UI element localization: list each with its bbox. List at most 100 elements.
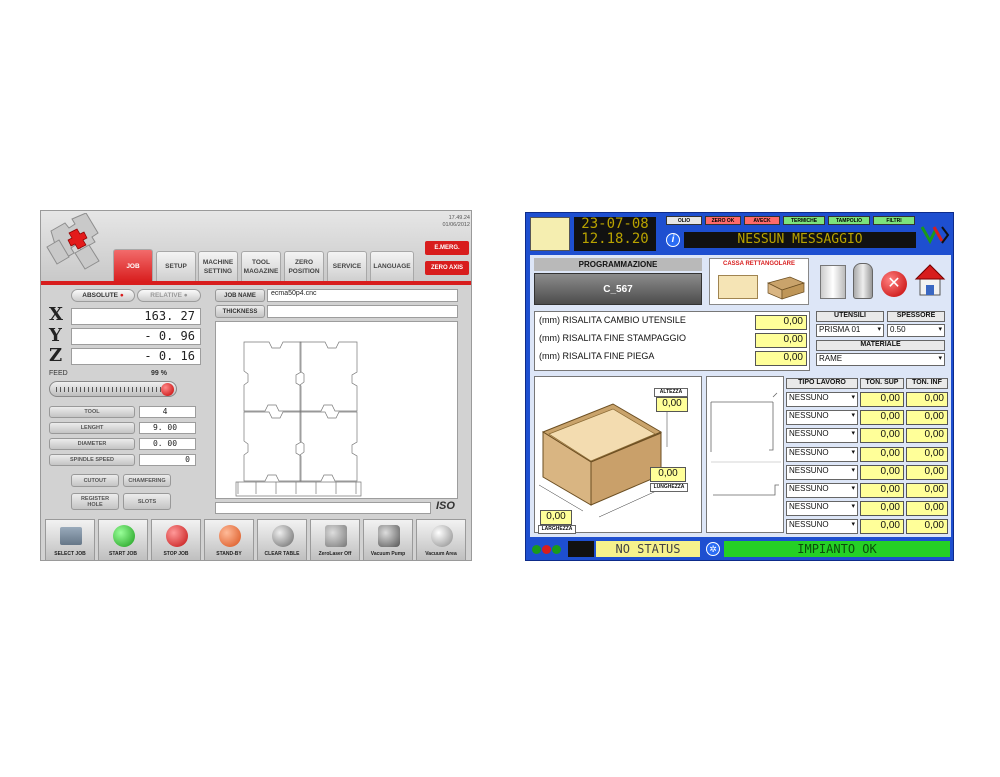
archive-icon[interactable] bbox=[820, 265, 846, 299]
clock-time: 17.49.24 bbox=[448, 215, 470, 221]
spessore-header: SPESSORE bbox=[887, 311, 945, 322]
x-position-value: 163. 27 bbox=[71, 308, 201, 325]
tab-job[interactable]: JOB bbox=[113, 249, 153, 282]
led-olio: OLIO bbox=[666, 216, 702, 225]
ton-inf-value[interactable]: 0,00 bbox=[906, 519, 948, 535]
tab-tool-magazine[interactable]: TOOL MAGAZINE bbox=[241, 251, 281, 281]
diameter-label: DIAMETER bbox=[49, 438, 135, 450]
close-icon[interactable]: ✕ bbox=[881, 271, 907, 297]
chamfering-button[interactable]: CHAMFERING bbox=[123, 474, 171, 487]
y-position-value: - 0. 96 bbox=[71, 328, 201, 345]
ton-inf-value[interactable]: 0,00 bbox=[906, 446, 948, 462]
stop-job-button[interactable]: STOP JOB bbox=[151, 519, 201, 560]
brand-logo bbox=[920, 226, 950, 245]
ton-sup-value[interactable]: 0,00 bbox=[860, 464, 904, 480]
tipo-lavoro-select[interactable]: NESSUNO bbox=[786, 392, 858, 407]
tipo-lavoro-select[interactable]: NESSUNO bbox=[786, 428, 858, 444]
ton-inf-value[interactable]: 0,00 bbox=[906, 483, 948, 498]
job-name-field[interactable]: ecma50p4.cnc bbox=[267, 289, 458, 302]
ton-inf-value[interactable]: 0,00 bbox=[906, 464, 948, 480]
vacuum-area-button[interactable]: Vacuum Area bbox=[416, 519, 466, 560]
larghezza-value[interactable]: 0,00 bbox=[540, 510, 572, 525]
diameter-value: 0. 00 bbox=[139, 438, 196, 450]
x-axis-label: X bbox=[49, 304, 63, 325]
feed-slider[interactable] bbox=[49, 381, 177, 397]
tipo-lavoro-header: TIPO LAVORO bbox=[786, 378, 858, 389]
zero-axis-button[interactable]: ZERO AXIS bbox=[425, 261, 469, 275]
status-field bbox=[215, 502, 431, 514]
spessore-select[interactable]: 0.50 bbox=[887, 324, 945, 337]
ton-sup-value[interactable]: 0,00 bbox=[860, 446, 904, 462]
ton-inf-value[interactable]: 0,00 bbox=[906, 428, 948, 444]
utensili-header: UTENSILI bbox=[816, 311, 884, 322]
select-job-button[interactable]: SELECT JOB bbox=[45, 519, 95, 560]
param-label: (mm) RISALITA CAMBIO UTENSILE bbox=[537, 315, 755, 330]
altezza-value[interactable]: 0,00 bbox=[656, 397, 688, 412]
led-tampolio: TAMPOLIO bbox=[828, 216, 870, 225]
clock-date: 01/06/2012 bbox=[442, 222, 470, 228]
tab-zero-position[interactable]: ZERO POSITION bbox=[284, 251, 324, 281]
status-counter bbox=[568, 541, 594, 557]
param-value[interactable]: 0,00 bbox=[755, 333, 807, 348]
pump-icon bbox=[378, 525, 400, 547]
ton-inf-value[interactable]: 0,00 bbox=[906, 392, 948, 407]
lunghezza-label: LUNGHEZZA bbox=[650, 483, 688, 492]
tab-setup[interactable]: SETUP bbox=[156, 251, 196, 281]
ton-inf-header: TON. INF bbox=[906, 378, 948, 389]
ton-sup-value[interactable]: 0,00 bbox=[860, 501, 904, 517]
stand-by-button[interactable]: STAND-BY bbox=[204, 519, 254, 560]
utensili-select[interactable]: PRISMA 01 bbox=[816, 324, 884, 337]
param-label: (mm) RISALITA FINE STAMPAGGIO bbox=[537, 333, 755, 348]
ton-sup-value[interactable]: 0,00 bbox=[860, 428, 904, 444]
relative-toggle[interactable]: RELATIVE ● bbox=[137, 289, 201, 302]
feed-percent: 99 % bbox=[151, 370, 167, 377]
tab-machine-setting[interactable]: MACHINE SETTING bbox=[198, 251, 238, 281]
absolute-toggle[interactable]: ABSOLUTE ● bbox=[71, 289, 135, 302]
tab-service[interactable]: SERVICE bbox=[327, 251, 367, 281]
ton-inf-value[interactable]: 0,00 bbox=[906, 501, 948, 517]
info-icon[interactable]: i bbox=[666, 233, 680, 247]
emergency-button[interactable]: E.MERG. bbox=[425, 241, 469, 255]
ton-inf-value[interactable]: 0,00 bbox=[906, 410, 948, 426]
play-icon bbox=[113, 525, 135, 547]
zerolaser-off-button[interactable]: ZeroLaser Off bbox=[310, 519, 360, 560]
tipo-lavoro-select[interactable]: NESSUNO bbox=[786, 501, 858, 517]
laser-icon bbox=[325, 525, 347, 547]
spindle-speed-value: 0 bbox=[139, 454, 196, 466]
materiale-header: MATERIALE bbox=[816, 340, 945, 351]
ton-sup-value[interactable]: 0,00 bbox=[860, 410, 904, 426]
cnc-parts-drawing bbox=[235, 341, 362, 497]
press-control-panel: 23-07-08 12.18.20 OLIO ZERO OK AVECK TERM… bbox=[525, 212, 954, 561]
tipo-lavoro-select[interactable]: NESSUNO bbox=[786, 519, 858, 535]
silo-icon[interactable] bbox=[853, 263, 873, 299]
tab-language[interactable]: LANGUAGE bbox=[370, 251, 414, 281]
box-icon bbox=[767, 276, 806, 300]
register-hole-button[interactable]: REGISTER HOLE bbox=[71, 493, 119, 510]
param-value[interactable]: 0,00 bbox=[755, 351, 807, 366]
tipo-lavoro-select[interactable]: NESSUNO bbox=[786, 464, 858, 480]
tool-label: TOOL bbox=[49, 406, 135, 418]
ton-sup-value[interactable]: 0,00 bbox=[860, 392, 904, 407]
led-termiche: TERMICHE bbox=[783, 216, 825, 225]
param-value[interactable]: 0,00 bbox=[755, 315, 807, 330]
cutout-button[interactable]: CUTOUT bbox=[71, 474, 119, 487]
ton-sup-value[interactable]: 0,00 bbox=[860, 483, 904, 498]
home-icon[interactable] bbox=[914, 263, 946, 299]
tipo-lavoro-select[interactable]: NESSUNO bbox=[786, 410, 858, 426]
stop-icon bbox=[166, 525, 188, 547]
bend-profile-view bbox=[706, 376, 784, 533]
settings-icon[interactable]: ✲ bbox=[706, 542, 720, 556]
impianto-display: IMPIANTO OK bbox=[724, 541, 950, 557]
program-name-button[interactable]: C_567 bbox=[534, 273, 702, 305]
vacuum-pump-button[interactable]: Vacuum Pump bbox=[363, 519, 413, 560]
tipo-lavoro-select[interactable]: NESSUNO bbox=[786, 483, 858, 498]
materiale-select[interactable]: RAME bbox=[816, 353, 945, 366]
feed-slider-knob[interactable] bbox=[160, 383, 174, 396]
tipo-lavoro-select[interactable]: NESSUNO bbox=[786, 446, 858, 462]
start-job-button[interactable]: START JOB bbox=[98, 519, 148, 560]
slots-button[interactable]: SLOTS bbox=[123, 493, 171, 510]
ton-sup-value[interactable]: 0,00 bbox=[860, 519, 904, 535]
thickness-field[interactable] bbox=[267, 305, 458, 318]
lunghezza-value[interactable]: 0,00 bbox=[650, 467, 686, 482]
clear-table-button[interactable]: CLEAR TABLE bbox=[257, 519, 307, 560]
